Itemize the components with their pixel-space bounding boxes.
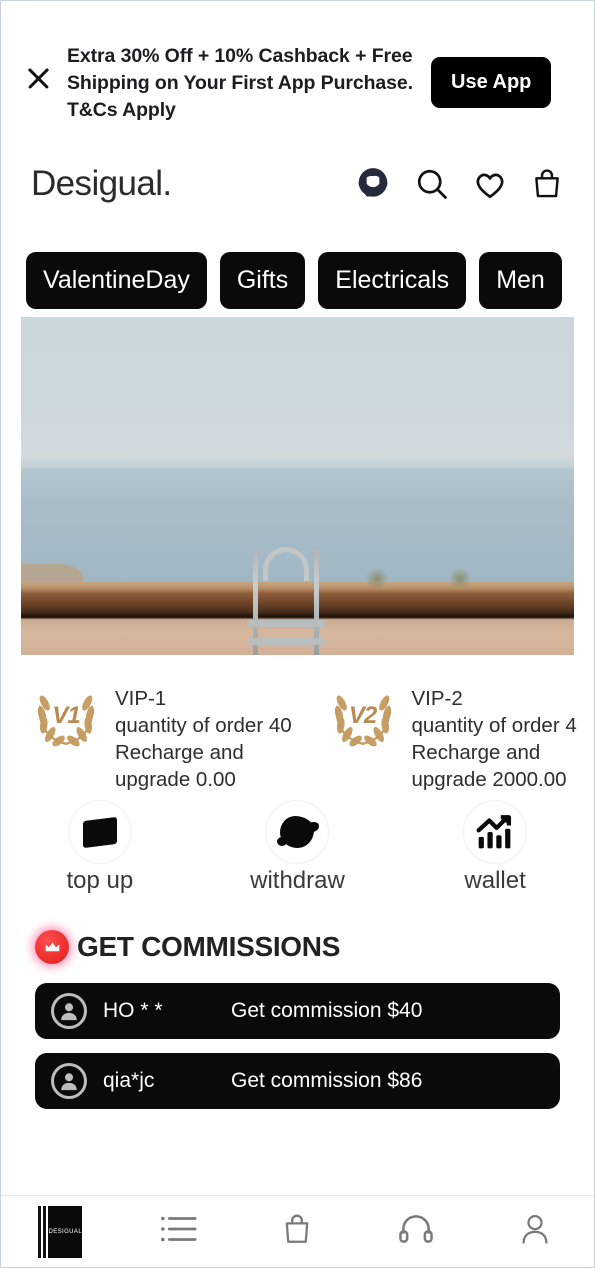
vip-levels: V1 VIP-1 quantity of order 40 Recharge a…: [1, 655, 594, 795]
list-icon: [158, 1212, 200, 1251]
avatar: [51, 993, 87, 1029]
category-chip-electricals[interactable]: Electricals: [318, 251, 467, 309]
promo-text: Extra 30% Off + 10% Cashback + Free Ship…: [67, 45, 413, 121]
user-icon: [518, 1211, 552, 1252]
category-chip-men[interactable]: Men: [479, 251, 562, 309]
vip-title: VIP-1: [115, 687, 167, 710]
nav-item-profile[interactable]: [475, 1211, 594, 1252]
vip-badge-text: V1: [52, 702, 80, 729]
vip-quantity: quantity of order 4: [411, 714, 577, 738]
support-agent-icon[interactable]: [354, 165, 392, 203]
credit-card-icon: [68, 801, 131, 863]
commission-row[interactable]: qia*jc Get commission $86: [35, 1053, 560, 1109]
heart-icon[interactable]: [472, 166, 508, 202]
vip-card[interactable]: V2 VIP-2 quantity of order 4 Recharge an…: [298, 677, 595, 795]
close-icon[interactable]: [23, 63, 53, 93]
nav-item-support[interactable]: [357, 1211, 476, 1252]
withdraw-icon: [266, 801, 329, 863]
app-screen: Extra 30% Off + 10% Cashback + Free Ship…: [0, 0, 595, 1268]
app-header: Desigual.: [1, 141, 594, 221]
laurel-wreath-icon: V2: [326, 677, 400, 755]
vip-card[interactable]: V1 VIP-1 quantity of order 40 Recharge a…: [1, 677, 298, 795]
vip-info: VIP-2 quantity of order 4 Recharge and u…: [412, 677, 577, 793]
headset-icon: [397, 1211, 435, 1252]
nav-item-cart[interactable]: [238, 1211, 357, 1252]
commission-user: HO * *: [103, 999, 163, 1022]
nav-item-home[interactable]: DESIGUAL: [1, 1205, 120, 1258]
quick-actions: top up withdraw wallet: [1, 795, 594, 915]
action-label: wallet: [464, 867, 526, 894]
vip-quantity: quantity of order 40: [115, 714, 292, 738]
action-label: top up: [66, 867, 134, 894]
hero-banner[interactable]: [21, 317, 574, 655]
vip-upgrade: upgrade 0.00: [115, 768, 236, 792]
category-chip-valentineday[interactable]: ValentineDay: [26, 251, 207, 309]
commission-amount: Get commission $40: [231, 999, 423, 1022]
shopping-bag-icon: [280, 1211, 314, 1252]
category-chip-gifts[interactable]: Gifts: [219, 251, 306, 309]
hero-pool-ladder: [241, 546, 331, 655]
commission-amount: Get commission $86: [231, 1069, 423, 1092]
avatar: [51, 1063, 87, 1099]
action-withdraw[interactable]: withdraw: [199, 801, 397, 915]
growth-chart-icon: [464, 801, 527, 863]
action-wallet[interactable]: wallet: [396, 801, 594, 915]
hero-bush: [363, 568, 390, 589]
shopping-bag-icon[interactable]: [530, 167, 564, 201]
desigual-logo-icon: DESIGUAL: [38, 1205, 83, 1258]
vip-badge-text: V2: [348, 702, 377, 729]
commission-user: qia*jc: [103, 1069, 155, 1092]
commissions-title: GET COMMISSIONS: [77, 931, 341, 962]
crown-icon: [35, 930, 69, 964]
hero-bush: [446, 568, 473, 589]
search-icon[interactable]: [414, 166, 450, 202]
category-chips: ValentineDay Gifts Electricals Men: [1, 221, 594, 317]
nav-item-categories[interactable]: [120, 1212, 239, 1251]
header-icons: [354, 165, 564, 203]
vip-title: VIP-2: [411, 687, 463, 710]
vip-info: VIP-1 quantity of order 40 Recharge and …: [115, 677, 292, 793]
bottom-navigation: DESIGUAL: [1, 1195, 594, 1267]
vip-recharge: Recharge and: [115, 741, 244, 765]
use-app-button[interactable]: Use App: [431, 57, 552, 108]
commissions-header: GET COMMISSIONS: [1, 915, 594, 967]
action-label: withdraw: [250, 867, 345, 894]
commission-row[interactable]: HO * * Get commission $40: [35, 983, 560, 1039]
vip-upgrade: upgrade 2000.00: [411, 768, 567, 792]
action-top-up[interactable]: top up: [1, 801, 199, 915]
vip-recharge: Recharge and: [411, 741, 541, 765]
promo-banner: Extra 30% Off + 10% Cashback + Free Ship…: [1, 1, 594, 141]
brand-logo[interactable]: Desigual.: [31, 164, 172, 204]
laurel-wreath-icon: V1: [29, 677, 103, 755]
nav-logo-text: DESIGUAL: [48, 1228, 83, 1235]
